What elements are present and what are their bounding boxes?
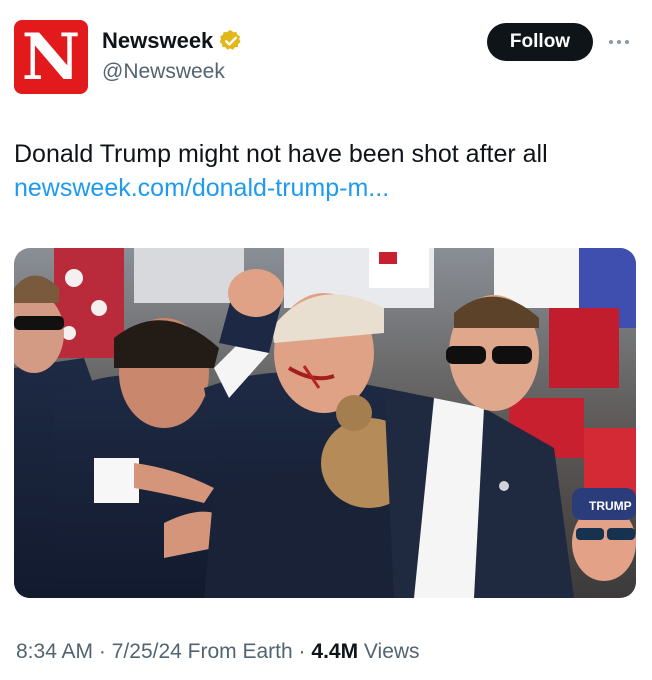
tweet-link[interactable]: newsweek.com/donald-trump-m... [14, 172, 389, 205]
follow-button[interactable]: Follow [487, 23, 593, 61]
more-dot [609, 40, 613, 44]
avatar-letter: N [21, 20, 81, 94]
views-label: Views [363, 640, 420, 663]
tweet-meta: 8:34 AM · 7/25/24 From Earth · 4.4M View… [16, 640, 420, 664]
tweet-date[interactable]: 7/25/24 [112, 640, 182, 663]
crowd-red-hat [549, 308, 619, 388]
crowd-person [54, 248, 124, 358]
avatar[interactable]: N [14, 20, 88, 94]
more-horizontal-icon[interactable] [604, 30, 634, 54]
tweet-text: Donald Trump might not have been shot af… [14, 140, 548, 168]
display-name[interactable]: Newsweek [102, 28, 213, 54]
tweet-time[interactable]: 8:34 AM [16, 640, 93, 663]
tweet-photo[interactable]: TRUMP [14, 248, 636, 598]
tweet-header: N Newsweek @Newsweek Follow [0, 0, 652, 110]
views-count: 4.4M [311, 640, 359, 663]
tweet-source: From Earth [187, 640, 293, 663]
more-dot [617, 40, 621, 44]
meta-separator: · [98, 640, 106, 663]
more-dot [625, 40, 629, 44]
sign [369, 248, 429, 288]
gold-verified-badge-icon [219, 29, 243, 53]
raised-fist [228, 269, 284, 317]
meta-separator: · [298, 640, 306, 663]
photo-illustration: TRUMP [14, 248, 636, 598]
name-row: Newsweek [102, 28, 243, 54]
user-handle[interactable]: @Newsweek [102, 60, 225, 84]
hat-text: TRUMP [589, 499, 632, 513]
